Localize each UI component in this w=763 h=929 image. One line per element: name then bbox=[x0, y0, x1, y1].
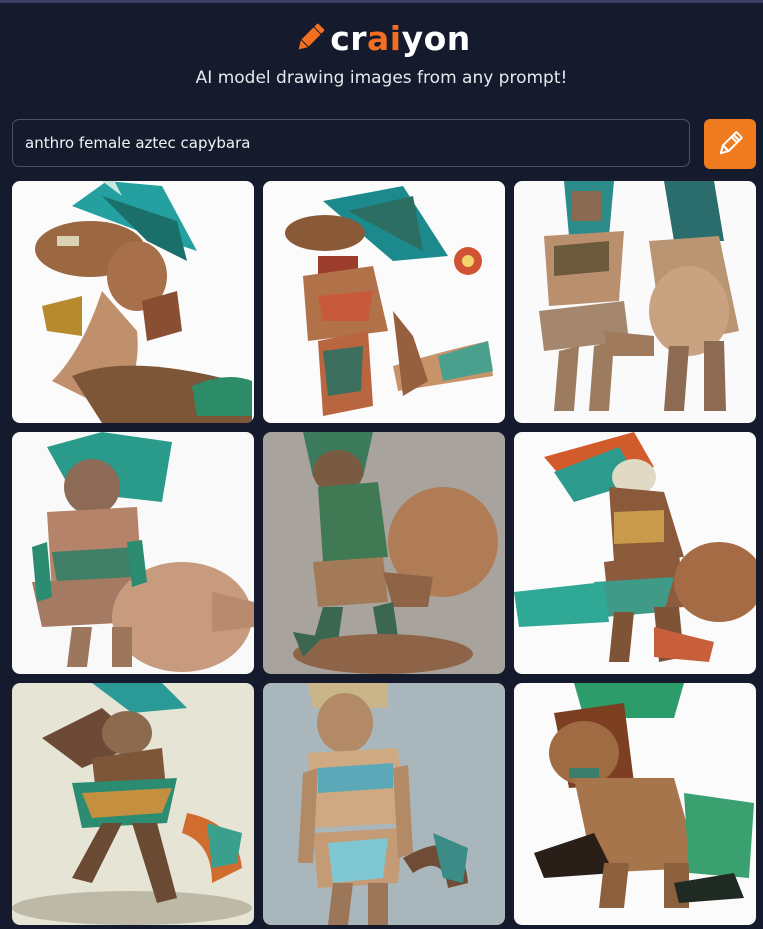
prompt-bar bbox=[12, 119, 756, 169]
pencil-icon bbox=[719, 131, 743, 155]
prompt-input[interactable] bbox=[12, 119, 690, 167]
result-image-7[interactable] bbox=[12, 683, 254, 925]
app-header: craiyon bbox=[0, 16, 763, 60]
app-logo[interactable]: craiyon bbox=[330, 22, 471, 55]
result-image-5[interactable] bbox=[263, 432, 505, 674]
draw-button[interactable] bbox=[704, 119, 756, 169]
logo-text-accent: ai bbox=[367, 18, 402, 58]
result-image-8[interactable] bbox=[263, 683, 505, 925]
window-top-border bbox=[0, 0, 763, 3]
result-image-1[interactable] bbox=[12, 181, 254, 423]
result-image-2[interactable] bbox=[263, 181, 505, 423]
page-subtitle: AI model drawing images from any prompt! bbox=[195, 68, 568, 88]
logo-text-part: cr bbox=[330, 18, 368, 58]
result-image-4[interactable] bbox=[12, 432, 254, 674]
result-image-3[interactable] bbox=[514, 181, 756, 423]
pencil-icon bbox=[298, 23, 325, 50]
result-image-6[interactable] bbox=[514, 432, 756, 674]
logo-text-part: yon bbox=[401, 18, 471, 58]
result-image-9[interactable] bbox=[514, 683, 756, 925]
